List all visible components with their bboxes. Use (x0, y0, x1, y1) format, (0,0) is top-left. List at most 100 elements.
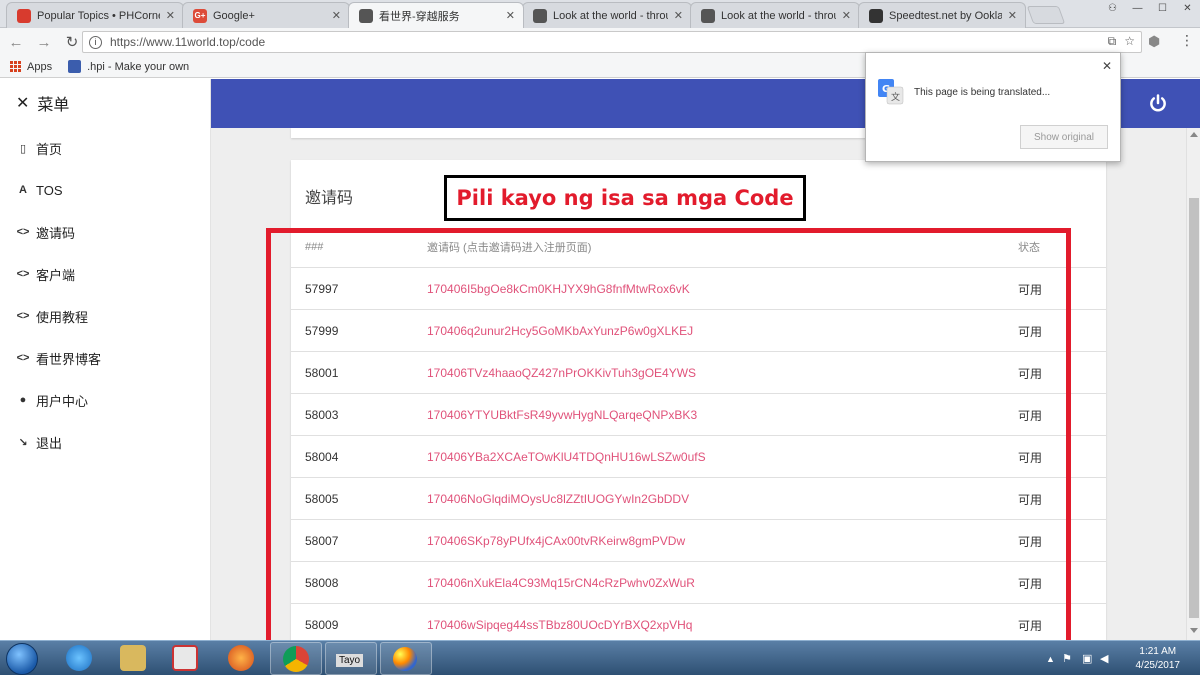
sidebar-item-label: 用户中心 (36, 393, 89, 409)
info-icon[interactable]: i (89, 35, 102, 49)
browser-tab[interactable]: G+ Google+ ✕ (182, 2, 350, 28)
table-row: 57997 170406I5bgOe8kCm0KHJYX9hG8fnfMtwRox… (291, 268, 1106, 310)
tab-title: Google+ (213, 9, 255, 22)
card-title: 邀请码 (305, 190, 354, 207)
browser-tab[interactable]: Look at the world - throu ✕ (690, 2, 860, 28)
table-header: ### 邀请码 (点击邀请码进入注册页面) 状态 (291, 226, 1106, 268)
scroll-thumb[interactable] (1189, 198, 1199, 618)
table-row: 58005 170406NoGlqdiMOysUc8lZZtIUOGYwIn2Gb… (291, 478, 1106, 520)
scroll-up-icon[interactable] (1190, 132, 1198, 137)
tab-close-icon[interactable]: ✕ (332, 9, 341, 22)
show-original-button[interactable]: Show original (1020, 125, 1108, 149)
sidebar-item[interactable]: <> 邀请码 (0, 211, 210, 253)
bookmark-hpi[interactable]: .hpi - Make your own (68, 60, 189, 73)
sidebar-item[interactable]: <> 看世界博客 (0, 337, 210, 379)
tray-arrow-icon[interactable]: ▲ (1046, 654, 1055, 664)
sidebar: ✕ 菜单 ▯ 首页 A TOS <> 邀请码 <> 客户端 <> 使用教程 <> 看世界博客 ● 用户中心… (0, 79, 211, 640)
explorer-icon[interactable] (120, 645, 146, 671)
tab-close-icon[interactable]: ✕ (842, 9, 851, 22)
sidebar-item-label: 退出 (36, 435, 63, 451)
row-id: 58008 (305, 576, 339, 590)
invite-code-link[interactable]: 170406I5bgOe8kCm0KHJYX9hG8fnfMtwRox6vK (427, 268, 690, 310)
windows-taskbar: Tayo ▲ ⚑ ▣ ◀ 1:21 AM 4/25/2017 (0, 640, 1200, 675)
flag-icon[interactable]: ⚑ (1062, 652, 1072, 665)
user-icon[interactable]: ⚇ (1100, 0, 1125, 16)
bookmark-apps[interactable]: Apps (10, 61, 52, 73)
invite-code-card: 邀请码 ### 邀请码 (点击邀请码进入注册页面) 状态 57997 170406… (291, 160, 1106, 646)
invite-code-link[interactable]: 170406YTYUBktFsR49yvwHygNLQarqeQNPxBK3 (427, 394, 697, 436)
sidebar-item[interactable]: ● 用户中心 (0, 379, 210, 421)
tab-title: Look at the world - throu (721, 9, 836, 22)
forward-icon[interactable]: → (32, 34, 56, 51)
bookmark-icon: ▯ (19, 142, 27, 155)
taskbar-chrome-button[interactable] (270, 642, 322, 675)
row-status: 可用 (1018, 324, 1043, 339)
browser-tab[interactable]: Look at the world - throu ✕ (522, 2, 692, 28)
tab-close-icon[interactable]: ✕ (166, 9, 175, 22)
maximize-icon[interactable]: ☐ (1150, 0, 1175, 16)
utensils-icon: ✕ (16, 95, 30, 112)
window-controls: ⚇ — ☐ ✕ (1100, 0, 1200, 16)
menu-icon[interactable]: ⋮ (1180, 32, 1194, 49)
apps-icon (10, 61, 21, 72)
sidebar-item[interactable]: <> 使用教程 (0, 295, 210, 337)
tab-close-icon[interactable]: ✕ (506, 9, 515, 22)
taskbar-app-button[interactable]: Tayo (325, 642, 377, 675)
close-window-icon[interactable]: ✕ (1175, 0, 1200, 16)
reload-icon[interactable]: ↻ (60, 33, 84, 51)
address-bar[interactable]: i https://www.11world.top/code ⧉ ☆ (82, 31, 1142, 53)
invite-code-link[interactable]: 170406YBa2XCAeTOwKlU4TDQnHU16wLSZw0ufS (427, 436, 706, 478)
media-player-icon[interactable] (172, 645, 198, 671)
tab-title: Speedtest.net by Ookla - (889, 9, 1002, 22)
taskbar-paint-button[interactable] (380, 642, 432, 675)
tab-close-icon[interactable]: ✕ (1008, 9, 1017, 22)
row-id: 57999 (305, 324, 339, 338)
ie-icon[interactable] (66, 645, 92, 671)
sidebar-item[interactable]: <> 客户端 (0, 253, 210, 295)
sidebar-item-label: 看世界博客 (36, 351, 102, 367)
sidebar-item-label: 客户端 (36, 267, 76, 283)
tab-title: Look at the world - throu (553, 9, 668, 22)
extension-icon[interactable]: ⬢ (1148, 33, 1160, 50)
row-status: 可用 (1018, 366, 1043, 381)
row-status: 可用 (1018, 492, 1043, 507)
start-button[interactable] (6, 643, 38, 675)
sidebar-item-label: TOS (36, 182, 63, 198)
tab-favicon-icon (17, 8, 31, 23)
code-icon: <> (16, 310, 30, 322)
translate-icon[interactable]: ⧉ (1108, 34, 1117, 49)
tos-icon: A (19, 184, 27, 196)
paint-icon (393, 647, 417, 671)
page-scrollbar[interactable] (1186, 128, 1200, 640)
sidebar-item[interactable]: A TOS (0, 169, 210, 211)
user-icon: ● (19, 394, 27, 406)
network-icon[interactable]: ▣ (1082, 652, 1092, 665)
invite-code-link[interactable]: 170406TVz4haaoQZ427nPrOKKivTuh3gOE4YWS (427, 352, 696, 394)
sidebar-item[interactable]: ↘ 退出 (0, 421, 210, 463)
sidebar-item[interactable]: ▯ 首页 (0, 127, 210, 169)
browser-tab[interactable]: Speedtest.net by Ookla - ✕ (858, 2, 1026, 28)
table-row: 58004 170406YBa2XCAeTOwKlU4TDQnHU16wLSZw0… (291, 436, 1106, 478)
browser-tab[interactable]: Popular Topics • PHCorner ✕ (6, 2, 184, 28)
firefox-icon[interactable] (228, 645, 254, 671)
invite-code-link[interactable]: 170406q2unur2Hcy5GoMKbAxYunzP6w0gXLKEJ (427, 310, 693, 352)
back-icon[interactable]: ← (4, 34, 28, 51)
code-icon: <> (16, 226, 30, 238)
volume-icon[interactable]: ◀ (1100, 652, 1108, 665)
column-header: ### (305, 241, 324, 253)
invite-code-link[interactable]: 170406nXukEla4C93Mq15rCN4cRzPwhv0ZxWuR (427, 562, 695, 604)
scroll-down-icon[interactable] (1190, 628, 1198, 633)
close-icon[interactable]: ✕ (1102, 59, 1112, 73)
row-status: 可用 (1018, 408, 1043, 423)
browser-tab[interactable]: 看世界-穿越服务 ✕ (348, 2, 524, 28)
power-icon[interactable] (1148, 93, 1168, 113)
invite-code-link[interactable]: 170406SKp78yPUfx4jCAx00tvRKeirw8gmPVDw (427, 520, 685, 562)
star-icon[interactable]: ☆ (1124, 34, 1135, 49)
new-tab-button[interactable] (1026, 6, 1066, 24)
invite-code-link[interactable]: 170406NoGlqdiMOysUc8lZZtIUOGYwIn2GbDDV (427, 478, 689, 520)
clock[interactable]: 1:21 AM 4/25/2017 (1136, 645, 1181, 673)
minimize-icon[interactable]: — (1125, 0, 1150, 16)
tab-favicon-icon (701, 8, 715, 23)
tab-close-icon[interactable]: ✕ (674, 9, 683, 22)
tab-title: Popular Topics • PHCorner (37, 9, 160, 22)
